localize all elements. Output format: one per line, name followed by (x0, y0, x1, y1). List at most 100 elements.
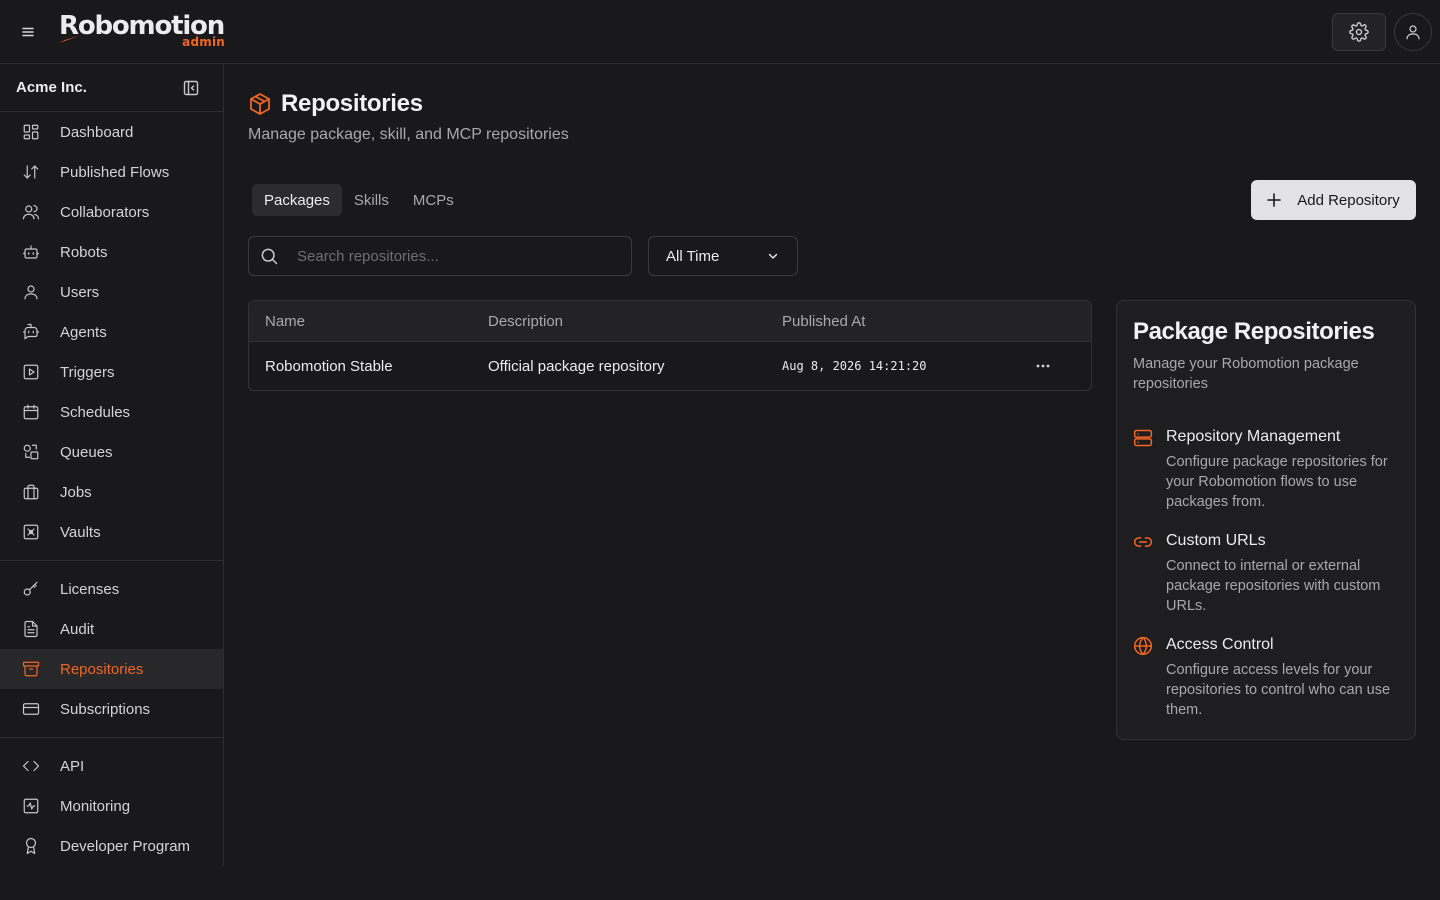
sidebar-item-label: Subscriptions (60, 700, 151, 718)
sidebar-item-queues[interactable]: Queues (0, 432, 223, 472)
sidebar-item-monitoring[interactable]: Monitoring (0, 786, 223, 826)
tab-mcps[interactable]: MCPs (401, 184, 466, 216)
sidebar-item-users[interactable]: Users (0, 272, 223, 312)
package-icon (250, 93, 270, 115)
vault-icon (23, 524, 39, 540)
page-subtitle: Manage package, skill, and MCP repositor… (248, 126, 569, 143)
sidebar-item-label: Licenses (60, 580, 120, 598)
sidebar-item-label: Queues (60, 443, 113, 461)
server-icon (1133, 429, 1153, 447)
sidebar-item-label: Audit (60, 620, 95, 638)
sidebar-item-label: Agents (60, 323, 107, 341)
feature-title: Access Control (1166, 636, 1274, 653)
feature-title: Repository Management (1166, 428, 1341, 445)
sidebar-item-agents[interactable]: Agents (0, 312, 223, 352)
sidebar-item-label: Triggers (60, 363, 115, 381)
robot-icon (22, 245, 40, 259)
time-filter-value: All Time (666, 247, 720, 265)
tab-skills[interactable]: Skills (342, 184, 401, 216)
table-row[interactable]: Robomotion Stable Official package repos… (249, 342, 1091, 390)
column-header-description[interactable]: Description (488, 313, 563, 330)
column-header-name[interactable]: Name (265, 313, 305, 330)
globe-icon (1133, 636, 1153, 656)
sidebar-item-audit[interactable]: Audit (0, 609, 223, 649)
sidebar-item-robots[interactable]: Robots (0, 232, 223, 272)
award-icon (25, 837, 37, 855)
sidebar: Acme Inc. Dashboard Published Flows Coll… (0, 64, 224, 866)
top-bar: Robomotion admin (0, 0, 1440, 64)
time-filter-select[interactable]: All Time (648, 236, 798, 276)
repository-tabs: Packages Skills MCPs (252, 184, 466, 216)
add-repository-label: Add Repository (1297, 191, 1400, 209)
column-header-published-at[interactable]: Published At (782, 313, 865, 330)
credit-card-icon (22, 703, 40, 715)
sidebar-item-label: Schedules (60, 403, 131, 421)
code-icon (22, 760, 40, 772)
row-name: Robomotion Stable (265, 357, 393, 375)
sidebar-item-developer-program[interactable]: Developer Program (0, 826, 223, 866)
sidebar-item-label: Vaults (60, 523, 101, 541)
users-icon (22, 205, 40, 220)
sidebar-item-schedules[interactable]: Schedules (0, 392, 223, 432)
more-horizontal-icon[interactable] (1034, 357, 1052, 375)
tab-packages[interactable]: Packages (252, 184, 342, 216)
page-title: Repositories (281, 90, 423, 117)
logo-subtitle: admin (182, 35, 226, 49)
sidebar-item-label: Collaborators (60, 203, 150, 221)
search-field[interactable] (248, 236, 632, 276)
sidebar-item-api[interactable]: API (0, 746, 223, 786)
user-icon (24, 285, 38, 300)
search-input[interactable] (297, 247, 617, 265)
plus-icon (1267, 193, 1282, 207)
sidebar-item-vaults[interactable]: Vaults (0, 512, 223, 552)
sidebar-item-label: Repositories (60, 660, 144, 678)
sidebar-item-label: Published Flows (60, 163, 170, 181)
settings-button[interactable] (1332, 13, 1386, 51)
sidebar-item-subscriptions[interactable]: Subscriptions (0, 689, 223, 729)
gear-icon (1349, 22, 1369, 42)
nav-group-admin: Licenses Audit Repositories Subscription… (0, 561, 223, 729)
logo[interactable]: Robomotion admin (59, 11, 225, 49)
sidebar-item-label: Users (60, 283, 100, 301)
sidebar-item-repositories[interactable]: Repositories (0, 649, 223, 689)
sidebar-item-jobs[interactable]: Jobs (0, 472, 223, 512)
feature-description: Configure package repositories for your … (1166, 454, 1388, 510)
add-repository-button[interactable]: Add Repository (1251, 180, 1416, 220)
link-icon (1133, 537, 1153, 547)
sidebar-item-label: Monitoring (60, 797, 131, 815)
feature-description: Configure access levels for your reposit… (1166, 662, 1391, 718)
key-icon (23, 581, 38, 596)
feature-description: Connect to internal or external package … (1166, 558, 1381, 614)
nav-group-developer: API Monitoring Developer Program (0, 738, 223, 866)
sidebar-item-label: Jobs (60, 483, 92, 501)
sidebar-item-licenses[interactable]: Licenses (0, 569, 223, 609)
table-header: Name Description Published At (249, 301, 1091, 342)
search-icon (261, 248, 278, 265)
info-panel-title: Package Repositories (1133, 318, 1375, 345)
sidebar-item-label: API (60, 757, 85, 775)
briefcase-icon (23, 484, 39, 500)
sidebar-item-dashboard[interactable]: Dashboard (0, 112, 223, 152)
arrows-up-down-icon (23, 165, 39, 179)
row-published-at: Aug 8, 2026 14:21:20 (782, 359, 927, 373)
feature-repository-management: Repository Management Configure package … (1133, 428, 1403, 512)
shapes-icon (23, 444, 39, 460)
play-square-icon (23, 364, 39, 380)
sidebar-item-published-flows[interactable]: Published Flows (0, 152, 223, 192)
bot-message-icon (22, 323, 40, 340)
info-panel: Package Repositories Manage your Robomot… (1116, 300, 1416, 740)
profile-button[interactable] (1394, 13, 1432, 51)
sidebar-item-label: Dashboard (60, 123, 134, 141)
hamburger-icon[interactable] (18, 22, 38, 42)
chevron-down-icon (768, 253, 778, 259)
sidebar-item-triggers[interactable]: Triggers (0, 352, 223, 392)
archive-icon (22, 661, 40, 677)
info-panel-subtitle: Manage your Robomotion package repositor… (1133, 356, 1359, 392)
logo-swoosh-icon (59, 36, 79, 43)
org-switcher[interactable]: Acme Inc. (0, 64, 223, 112)
sidebar-collapse-icon[interactable] (183, 80, 199, 96)
feature-access-control: Access Control Configure access levels f… (1133, 636, 1403, 720)
sidebar-item-collaborators[interactable]: Collaborators (0, 192, 223, 232)
row-description: Official package repository (488, 357, 665, 375)
sidebar-item-label: Developer Program (60, 837, 191, 855)
